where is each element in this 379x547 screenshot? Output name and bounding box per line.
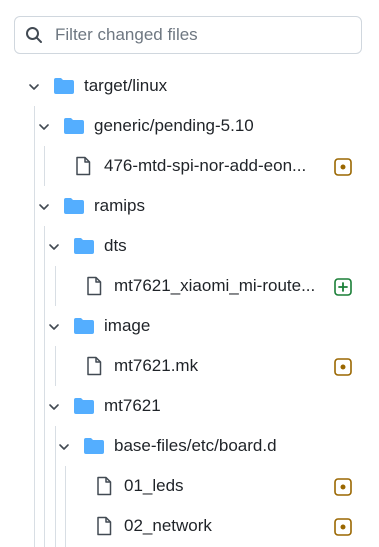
- file-name: mt7621_xiaomi_mi-route...: [114, 276, 316, 295]
- folder-name: image: [104, 316, 151, 335]
- file-name: mt7621.mk: [114, 356, 199, 375]
- folder-name: target/linux: [84, 76, 168, 95]
- tree-file-mt7621-xiaomi[interactable]: mt7621_xiaomi_mi-route...: [0, 266, 379, 306]
- filter-changed-files-field[interactable]: [14, 16, 362, 54]
- file-icon: [87, 276, 102, 296]
- chevron-down-icon[interactable]: [37, 120, 51, 134]
- chevron-down-icon[interactable]: [57, 440, 71, 454]
- file-icon: [97, 516, 112, 536]
- search-icon: [26, 27, 42, 43]
- folder-icon: [74, 398, 94, 414]
- tree-folder-image[interactable]: image: [0, 306, 379, 346]
- tree-folder-target-linux[interactable]: target/linux: [0, 66, 379, 106]
- file-name: 476-mtd-spi-nor-add-eon...: [104, 156, 307, 175]
- folder-name: ramips: [94, 196, 146, 215]
- folder-icon: [54, 78, 74, 94]
- tree-file-mt7621-mk[interactable]: mt7621.mk: [0, 346, 379, 386]
- file-icon: [87, 356, 102, 376]
- file-name: 02_network: [124, 516, 212, 535]
- modified-icon: [334, 518, 352, 536]
- folder-name: base-files/etc/board.d: [114, 436, 277, 455]
- chevron-down-icon[interactable]: [47, 320, 61, 334]
- file-name: 01_leds: [124, 476, 184, 495]
- folder-icon: [74, 318, 94, 334]
- folder-icon: [74, 238, 94, 254]
- modified-icon: [334, 158, 352, 176]
- folder-name: dts: [104, 236, 127, 255]
- tree-folder-generic-pending[interactable]: generic/pending-5.10: [0, 106, 379, 146]
- tree-file-02-network[interactable]: 02_network: [0, 506, 379, 546]
- tree-folder-dts[interactable]: dts: [0, 226, 379, 266]
- folder-icon: [64, 118, 84, 134]
- tree-folder-base-files[interactable]: base-files/etc/board.d: [0, 426, 379, 466]
- file-icon: [76, 156, 91, 176]
- tree-file-476-mtd[interactable]: 476-mtd-spi-nor-add-eon...: [0, 146, 379, 186]
- folder-icon: [64, 198, 84, 214]
- tree-folder-ramips[interactable]: ramips: [0, 186, 379, 226]
- tree-file-01-leds[interactable]: 01_leds: [0, 466, 379, 506]
- folder-name: generic/pending-5.10: [94, 116, 254, 135]
- chevron-down-icon[interactable]: [37, 200, 51, 214]
- chevron-down-icon[interactable]: [47, 400, 61, 414]
- tree-folder-mt7621[interactable]: mt7621: [0, 386, 379, 426]
- modified-icon: [334, 478, 352, 496]
- modified-icon: [334, 358, 352, 376]
- search-input[interactable]: [55, 17, 355, 53]
- chevron-down-icon[interactable]: [27, 80, 41, 94]
- folder-name: mt7621: [104, 396, 161, 415]
- added-icon: [334, 278, 352, 296]
- chevron-down-icon[interactable]: [47, 240, 61, 254]
- folder-icon: [84, 438, 104, 454]
- file-icon: [97, 476, 112, 496]
